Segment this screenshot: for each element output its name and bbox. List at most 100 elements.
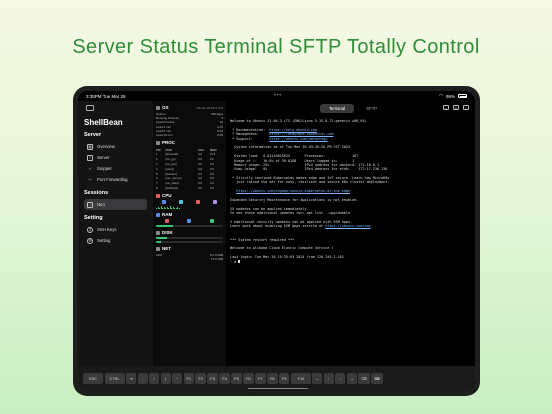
key-button[interactable]: ↓ bbox=[335, 373, 346, 384]
status-right: ◠ 95% bbox=[439, 93, 467, 99]
disk-header: DISK bbox=[156, 230, 223, 235]
sidebar-item-ssh-keys[interactable]: ⚷ SSH Keys bbox=[84, 224, 147, 235]
cpu-title: CPU bbox=[162, 193, 172, 199]
proc-rows: 1 [kthreadd] 0.0 11.5 2 [rcu_gp] 0.0 0.0 3 [rcu_p… bbox=[156, 152, 223, 190]
key-button[interactable]: F10 bbox=[290, 373, 311, 384]
terminal-icon: › bbox=[87, 201, 93, 208]
session-tabs: Terminal SFTP bbox=[226, 101, 475, 116]
sidebar-item-snippet[interactable]: ‹› Snippet bbox=[84, 163, 147, 174]
sidebar-item-overview[interactable]: ▦ Overview bbox=[84, 141, 147, 152]
net-row-label: eth0 bbox=[156, 253, 162, 258]
server-icon: ≡ bbox=[87, 154, 93, 161]
code-icon: ‹› bbox=[88, 165, 92, 171]
code-icon[interactable]: ‹› bbox=[443, 105, 449, 110]
terminal-link[interactable]: https://ubuntu.com/engage/secure-kuberne… bbox=[236, 189, 350, 193]
net-title: NET bbox=[162, 246, 171, 252]
key-button[interactable]: ~ bbox=[172, 373, 182, 384]
wifi-icon: ◠ bbox=[439, 93, 443, 98]
sidebar-item-label: Snippet bbox=[97, 166, 112, 171]
status-time: 3:35PM bbox=[86, 93, 102, 99]
key-button[interactable]: ⌨ bbox=[371, 373, 383, 384]
net-icon bbox=[156, 246, 160, 251]
terminal-link[interactable]: https://help.ubuntu.com bbox=[269, 128, 317, 132]
disk-title: DISK bbox=[162, 230, 173, 236]
key-button[interactable]: ⌫ bbox=[358, 373, 370, 384]
key-button[interactable]: F1 bbox=[183, 373, 194, 384]
os-title: OS bbox=[162, 105, 169, 110]
key-button[interactable]: F4 bbox=[219, 373, 230, 384]
key-button[interactable]: F7 bbox=[255, 373, 266, 384]
sidebar-item-port-forwarding[interactable]: ↪ Port Forwarding bbox=[84, 174, 147, 185]
net-row: TX 0.00B bbox=[156, 257, 223, 261]
panel-icon[interactable]: ▯ bbox=[463, 105, 469, 110]
multitask-dots-icon[interactable]: ••• bbox=[274, 93, 282, 99]
key-button[interactable]: ESC bbox=[83, 373, 103, 384]
tab-actions: ‹› ⚙ ▯ bbox=[443, 105, 469, 110]
os-subtitle: Ubuntu 22.04.3 LTS bbox=[196, 105, 223, 110]
status-date: Tue Mar 26 bbox=[102, 93, 126, 99]
proc-card: PROC PID CMD CPU MEM 1 [kthreadd] 0.0 11.5 2… bbox=[156, 140, 223, 190]
proc-title: PROC bbox=[162, 140, 176, 146]
key-button[interactable]: ↑ bbox=[323, 373, 334, 384]
disk-usage-bar-2 bbox=[156, 241, 223, 244]
proc-table: PID CMD CPU MEM 1 [kthreadd] 0.0 11.5 2 [rcu_… bbox=[156, 147, 223, 190]
key-icon: ⚷ bbox=[87, 226, 93, 233]
cpu-core-icons bbox=[156, 200, 223, 205]
key-button[interactable]: F6 bbox=[243, 373, 254, 384]
key-button[interactable]: F5 bbox=[231, 373, 242, 384]
key-button[interactable]: ← bbox=[312, 373, 323, 384]
terminal-link[interactable]: https://landscape.canonical.com bbox=[269, 132, 333, 136]
key-button[interactable]: ⇥ bbox=[126, 373, 136, 384]
sidebar-item-server[interactable]: ≡ Server bbox=[84, 152, 147, 163]
terminal-output[interactable]: Welcome to Ubuntu 22.04.3 LTS (GNU/Linux… bbox=[230, 119, 475, 369]
sidebar-toggle-icon[interactable] bbox=[86, 105, 94, 111]
proc-header: PROC bbox=[156, 140, 223, 145]
sidebar-item-label: Neo bbox=[97, 202, 105, 207]
tab-terminal[interactable]: Terminal bbox=[319, 104, 355, 113]
ram-title: RAM bbox=[162, 212, 173, 218]
tab-sftp[interactable]: SFTP bbox=[357, 104, 386, 113]
forward-icon: ↪ bbox=[88, 176, 92, 182]
battery-percent: 95% bbox=[445, 93, 455, 99]
key-button[interactable]: CTRL bbox=[104, 373, 125, 384]
disk-usage-bar bbox=[156, 237, 223, 240]
sidebar-item-label: Server bbox=[97, 155, 110, 160]
sidebar-item-neo[interactable]: › Neo bbox=[84, 199, 147, 210]
ram-usage-bar bbox=[156, 225, 223, 228]
os-card: OS Ubuntu 22.04.3 LTS Uptime 435 days Run… bbox=[156, 105, 223, 137]
net-row-value: TX 0.00B bbox=[210, 257, 223, 262]
terminal-link[interactable]: https://ubuntu.com/advantage bbox=[269, 137, 327, 141]
key-button[interactable]: F2 bbox=[195, 373, 206, 384]
ipad-frame: 3:35PM Tue Mar 26 ◠ 95% ••• ShellBean Se… bbox=[73, 86, 480, 396]
os-row-label: Load 15 min bbox=[156, 133, 173, 138]
key-button[interactable]: | bbox=[160, 373, 171, 384]
section-title-setting: Setting bbox=[84, 215, 103, 221]
app-title: ShellBean bbox=[84, 118, 123, 127]
server-monitor-panel: OS Ubuntu 22.04.3 LTS Uptime 435 days Run… bbox=[153, 101, 226, 366]
proc-cell: 0.0 bbox=[198, 185, 202, 190]
sidebar-item-label: SSH Keys bbox=[97, 227, 117, 232]
sidebar-item-label: Setting bbox=[97, 238, 111, 243]
terminal-cursor bbox=[238, 259, 241, 264]
headline: Server Status Terminal SFTP Totally Cont… bbox=[72, 36, 480, 58]
key-button[interactable]: F9 bbox=[279, 373, 290, 384]
key-button[interactable]: F8 bbox=[267, 373, 278, 384]
sidebar-item-setting[interactable]: ⚙ Setting bbox=[84, 235, 147, 246]
os-rows: Uptime 435 days Running Process 6 Load Pro… bbox=[156, 112, 223, 137]
key-button[interactable]: - bbox=[137, 373, 148, 384]
ram-header: RAM bbox=[156, 212, 223, 217]
battery-icon bbox=[458, 94, 467, 98]
terminal-link[interactable]: https://ubuntu.com/esm bbox=[325, 224, 371, 228]
os-row-value: 0.05 bbox=[217, 133, 223, 138]
status-time-date: 3:35PM Tue Mar 26 bbox=[86, 94, 126, 99]
cpu-card: CPU bbox=[156, 193, 223, 210]
key-button[interactable]: → bbox=[346, 373, 357, 384]
gear-icon[interactable]: ⚙ bbox=[453, 105, 459, 110]
ram-card: RAM bbox=[156, 212, 223, 228]
proc-cell: [ksoftirqd] bbox=[165, 185, 178, 190]
key-button[interactable]: / bbox=[149, 373, 159, 384]
app-screen: 3:35PM Tue Mar 26 ◠ 95% ••• ShellBean Se… bbox=[78, 91, 475, 391]
cpu-icon bbox=[156, 193, 160, 198]
key-button[interactable]: F3 bbox=[207, 373, 218, 384]
os-header: OS Ubuntu 22.04.3 LTS bbox=[156, 105, 223, 110]
